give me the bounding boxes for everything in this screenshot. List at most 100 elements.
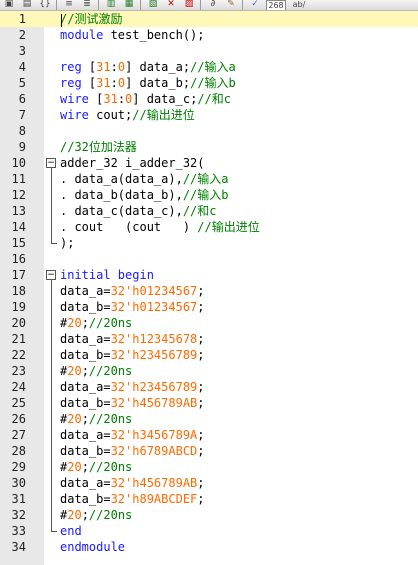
code-line[interactable]: wire cout;//输出进位 — [60, 107, 418, 123]
code-line[interactable]: data_b=32'h89ABCDEF; — [60, 491, 418, 507]
line-number: 5 — [18, 76, 26, 90]
number-token: 32'h6789ABCD — [110, 444, 198, 458]
comment-token: //输入a — [190, 60, 236, 74]
line-number: 6 — [18, 92, 26, 106]
number-token: 32'h23456789 — [110, 380, 198, 394]
code-line[interactable]: . data_a(data_a),//输入a — [60, 171, 418, 187]
code-line[interactable] — [60, 43, 418, 59]
code-line[interactable]: data_a=32'h23456789; — [60, 379, 418, 395]
code-token: ; — [197, 332, 205, 346]
fold-end-marker — [51, 243, 57, 244]
code-line[interactable]: adder_32 i_adder_32( — [60, 155, 418, 171]
fold-end-marker — [51, 531, 57, 532]
code-line[interactable]: #20;//20ns — [60, 459, 418, 475]
fold-toggle-icon[interactable]: − — [46, 158, 56, 168]
code-line[interactable]: //32位加法器 — [60, 139, 418, 155]
check-icon[interactable]: ✓ — [248, 0, 262, 10]
code-line[interactable]: data_b=32'h23456789; — [60, 347, 418, 363]
code-line[interactable]: module test_bench(); — [60, 27, 418, 43]
line-number: 10 — [11, 156, 26, 170]
code-line[interactable]: ); — [60, 235, 418, 251]
keyword-token: wire — [60, 92, 89, 106]
number-token: 0 — [117, 60, 126, 74]
code-line[interactable] — [60, 123, 418, 139]
code-token: . data_b(data_b), — [60, 188, 183, 202]
code-token: ); — [60, 236, 75, 250]
code-line[interactable]: end — [60, 523, 418, 539]
fold-toggle-icon[interactable]: − — [46, 270, 56, 280]
code-line[interactable]: data_b=32'h6789ABCD; — [60, 443, 418, 459]
keyword-token: endmodule — [60, 540, 126, 554]
attach-icon[interactable]: ∂ — [206, 0, 220, 10]
code-line[interactable]: wire [31:0] data_c;//和c — [60, 91, 418, 107]
paste-icon[interactable]: ▦ — [122, 0, 136, 10]
code-line[interactable] — [60, 251, 418, 267]
code-token: data_b= — [60, 396, 111, 410]
number-token: 0 — [117, 76, 126, 90]
code-line[interactable]: initial begin — [60, 267, 418, 283]
open-icon[interactable]: ▣ — [2, 0, 16, 10]
code-token: . data_a(data_a), — [60, 172, 183, 186]
code-token: data_b= — [60, 444, 111, 458]
code-token: ; — [81, 508, 89, 522]
comment-token: //输出进位 — [132, 108, 195, 122]
new-file-icon[interactable]: ▧ — [146, 0, 160, 10]
code-token: [ — [81, 60, 97, 74]
line-number: 15 — [11, 236, 26, 250]
line-number: 1 — [18, 12, 26, 26]
toolbar-separator — [200, 0, 201, 10]
line-number: 31 — [11, 492, 26, 506]
indent-icon[interactable]: ≡ — [62, 0, 76, 10]
code-line[interactable]: data_b=32'h456789AB; — [60, 395, 418, 411]
code-line[interactable]: data_a=32'h3456789A; — [60, 427, 418, 443]
code-line[interactable]: #20;//20ns — [60, 411, 418, 427]
code-token: ; — [81, 412, 89, 426]
ftp-icon[interactable]: ▨ — [182, 0, 196, 10]
code-token: [ — [88, 92, 104, 106]
code-line[interactable]: reg [31:0] data_a;//输入a — [60, 59, 418, 75]
fold-guide-line — [51, 280, 52, 531]
copy-icon[interactable]: ▥ — [104, 0, 118, 10]
line-number: 23 — [11, 364, 26, 378]
line-number: 14 — [11, 220, 26, 234]
line-number: 20 — [11, 316, 26, 330]
braces-icon[interactable]: {} — [38, 0, 52, 10]
code-token: ] data_a; — [125, 60, 191, 74]
code-token: test_bench(); — [103, 28, 205, 42]
code-line[interactable]: . data_b(data_b),//输入b — [60, 187, 418, 203]
keyword-token: end — [60, 524, 82, 538]
code-line[interactable]: data_a=32'h01234567; — [60, 283, 418, 299]
number-token: 32'h456789AB — [110, 396, 198, 410]
code-line[interactable]: #20;//20ns — [60, 315, 418, 331]
code-line[interactable]: . data_c(data_c),//和c — [60, 203, 418, 219]
code-token: data_b= — [60, 348, 111, 362]
code-line[interactable]: #20;//20ns — [60, 507, 418, 523]
code-line[interactable]: endmodule — [60, 539, 418, 555]
line-number: 29 — [11, 460, 26, 474]
code-line[interactable]: #20;//20ns — [60, 363, 418, 379]
line-number: 27 — [11, 428, 26, 442]
line-number: 3 — [18, 44, 26, 58]
line-number: 26 — [11, 412, 26, 426]
highlight-icon[interactable]: ✎ — [224, 0, 238, 10]
find-replace-icon[interactable]: ab/ — [288, 0, 310, 10]
toolbar-separator — [140, 0, 141, 10]
comment-token: //20ns — [88, 364, 133, 378]
number-token: 32'h23456789 — [110, 348, 198, 362]
keyword-token: wire — [60, 108, 89, 122]
close-file-icon[interactable]: ✕ — [164, 0, 178, 10]
code-line[interactable]: data_b=32'h01234567; — [60, 299, 418, 315]
calendar-icon[interactable]: 268 — [266, 0, 286, 10]
comment-token: //20ns — [88, 412, 133, 426]
line-number: 19 — [11, 300, 26, 314]
code-line[interactable]: data_a=32'h12345678; — [60, 331, 418, 347]
save-icon[interactable]: ▤ — [20, 0, 34, 10]
code-line[interactable]: //测试激励 — [60, 11, 418, 27]
number-token: 31 — [103, 92, 118, 106]
outdent-icon[interactable]: ≣ — [80, 0, 94, 10]
code-line[interactable]: reg [31:0] data_b;//输入b — [60, 75, 418, 91]
code-line[interactable]: . cout (cout ) //输出进位 — [60, 219, 418, 235]
line-number: 4 — [18, 60, 26, 74]
code-line[interactable]: data_a=32'h456789AB; — [60, 475, 418, 491]
line-number: 28 — [11, 444, 26, 458]
